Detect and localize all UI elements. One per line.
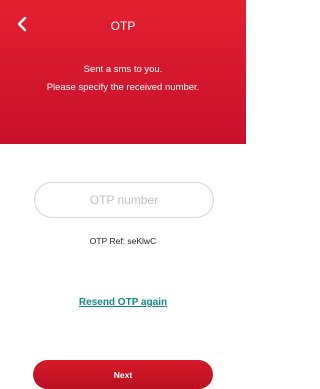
otp-number-input[interactable] — [34, 182, 214, 218]
resend-otp-link[interactable]: Resend OTP again — [0, 297, 246, 308]
otp-reference: OTP Ref: seKlwC — [89, 236, 157, 246]
header: OTP Sent a sms to you. Please specify th… — [0, 0, 246, 144]
sms-sent-message: Sent a sms to you. — [83, 64, 163, 75]
otp-screen: OTP Sent a sms to you. Please specify th… — [0, 0, 246, 389]
instruction-message: Please specify the received number. — [46, 82, 200, 93]
next-button[interactable]: Next — [33, 360, 213, 389]
page-title: OTP — [110, 19, 136, 33]
